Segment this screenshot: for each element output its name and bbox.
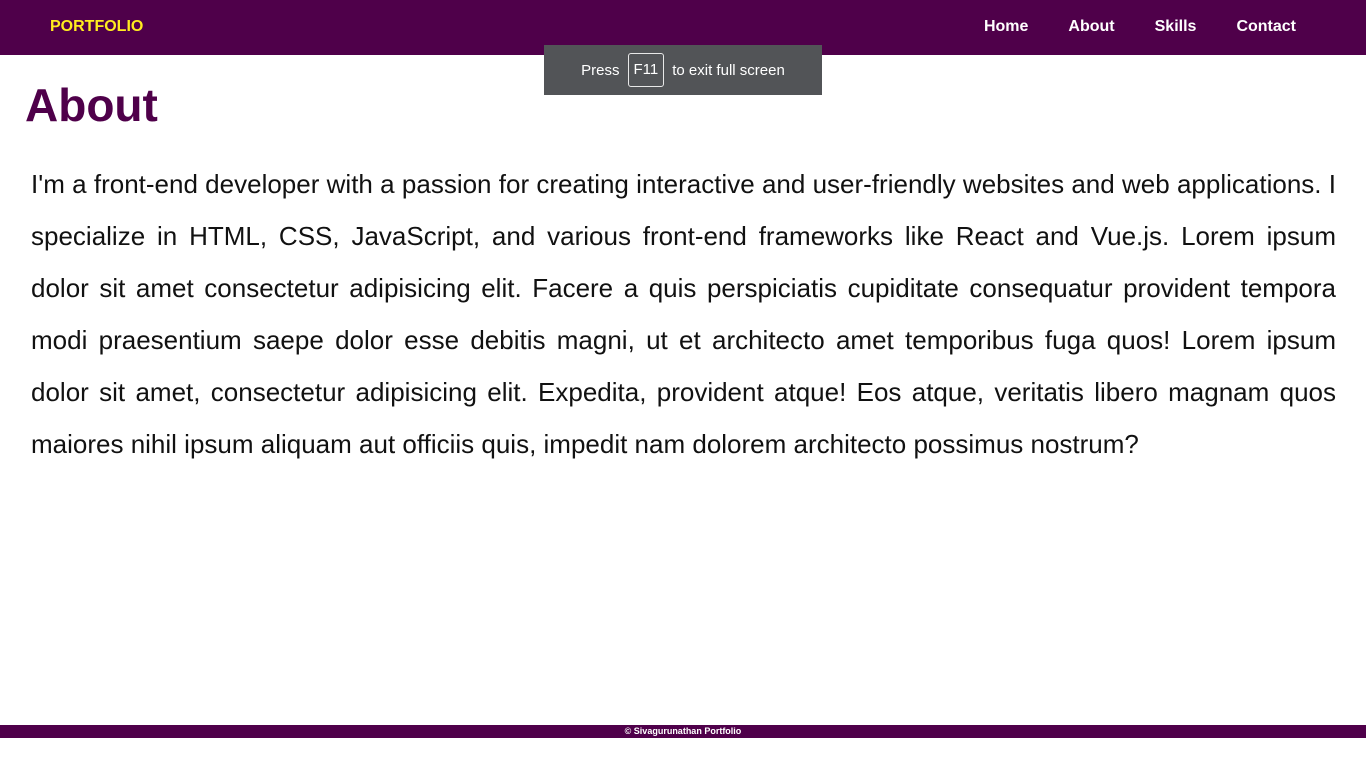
footer: © Sivagurunathan Portfolio (0, 725, 1366, 738)
fullscreen-notice-prefix: Press (581, 61, 620, 79)
nav-link-about[interactable]: About (1068, 18, 1114, 36)
fullscreen-exit-notice: Press F11 to exit full screen (544, 45, 822, 95)
nav-link-home[interactable]: Home (984, 18, 1028, 36)
about-title: About (25, 79, 158, 131)
nav-link-contact[interactable]: Contact (1236, 18, 1296, 36)
fullscreen-notice-suffix: to exit full screen (672, 61, 785, 79)
fullscreen-key-badge: F11 (627, 53, 665, 87)
brand-logo-link[interactable]: PORTFOLIO (50, 18, 143, 36)
nav-link-skills[interactable]: Skills (1155, 18, 1197, 36)
about-description: I'm a front-end developer with a passion… (31, 169, 1336, 459)
nav-links: Home About Skills Contact (984, 18, 1296, 36)
footer-copyright: © Sivagurunathan Portfolio (624, 726, 742, 736)
